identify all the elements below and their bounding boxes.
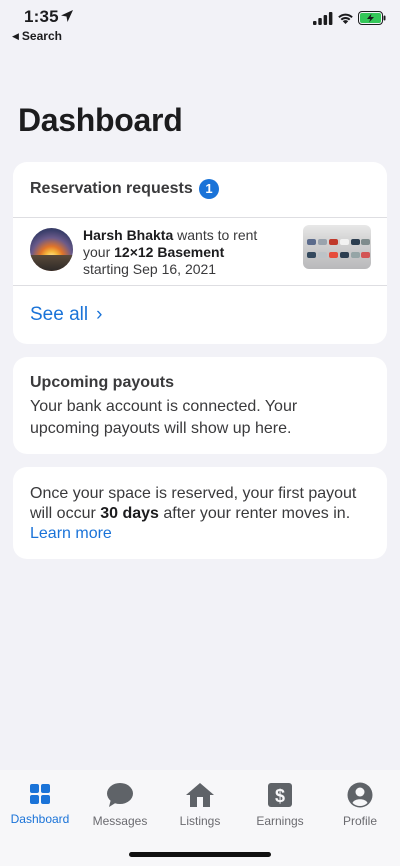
location-arrow-icon [61, 10, 73, 22]
chat-bubble-icon [107, 783, 133, 807]
tab-label: Earnings [256, 814, 304, 828]
request-text-your: your [83, 244, 115, 260]
tab-dashboard[interactable]: Dashboard [0, 782, 80, 826]
reservation-requests-card: Reservation requests 1 Harsh Bhakta want… [13, 162, 387, 344]
tab-label: Listings [179, 814, 221, 828]
divider [13, 285, 387, 286]
tab-earnings[interactable]: $ Earnings [240, 782, 320, 828]
see-all-link[interactable]: See all › [30, 304, 102, 326]
back-triangle-icon: ◀ [12, 31, 19, 41]
wifi-icon [338, 13, 353, 24]
chevron-right-icon: › [96, 304, 103, 325]
svg-text:$: $ [275, 786, 285, 806]
divider [13, 217, 387, 218]
reservation-requests-header: Reservation requests [30, 180, 193, 197]
page-title: Dashboard [18, 102, 183, 138]
payout-info-text: Once your space is reserved, your first … [30, 484, 375, 544]
tab-messages[interactable]: Messages [80, 782, 160, 828]
renter-avatar [30, 228, 73, 271]
space-name: 12×12 Basement [114, 244, 225, 260]
learn-more-link[interactable]: Learn more [30, 525, 112, 542]
tab-label: Messages [92, 814, 148, 828]
request-line-space: your 12×12 Basement [83, 244, 224, 260]
see-all-label: See all [30, 304, 89, 325]
tab-label: Dashboard [10, 812, 70, 826]
request-start-date: starting Sep 16, 2021 [83, 261, 217, 277]
home-indicator [129, 852, 271, 857]
info-text-after: after your renter moves in. [158, 505, 351, 522]
reservation-count-badge: 1 [199, 179, 219, 199]
upcoming-payouts-card: Upcoming payouts Your bank account is co… [13, 357, 387, 454]
back-label: Search [21, 29, 62, 43]
person-icon [347, 782, 373, 808]
tab-profile[interactable]: Profile [320, 782, 400, 828]
upcoming-payouts-title: Upcoming payouts [30, 374, 175, 391]
info-highlight-days: 30 days [100, 505, 159, 522]
request-text-wants: wants to rent [173, 227, 258, 243]
battery-charging-icon [358, 11, 386, 25]
back-to-search-link[interactable]: ◀ Search [12, 29, 62, 43]
listing-thumbnail-image [303, 225, 371, 269]
payout-info-card: Once your space is reserved, your first … [13, 467, 387, 559]
status-time: 1:35 [24, 7, 59, 26]
dollar-icon: $ [268, 783, 292, 807]
request-line-renter: Harsh Bhakta wants to rent [83, 227, 257, 243]
renter-name: Harsh Bhakta [83, 227, 174, 243]
cellular-signal-icon [313, 12, 333, 25]
status-bar: 1:35 ◀ Search [0, 0, 400, 48]
house-icon [186, 783, 214, 807]
tab-label: Profile [342, 814, 377, 828]
tab-listings[interactable]: Listings [160, 782, 240, 828]
grid-icon [30, 784, 50, 804]
upcoming-payouts-body: Your bank account is connected. Your upc… [30, 398, 298, 437]
